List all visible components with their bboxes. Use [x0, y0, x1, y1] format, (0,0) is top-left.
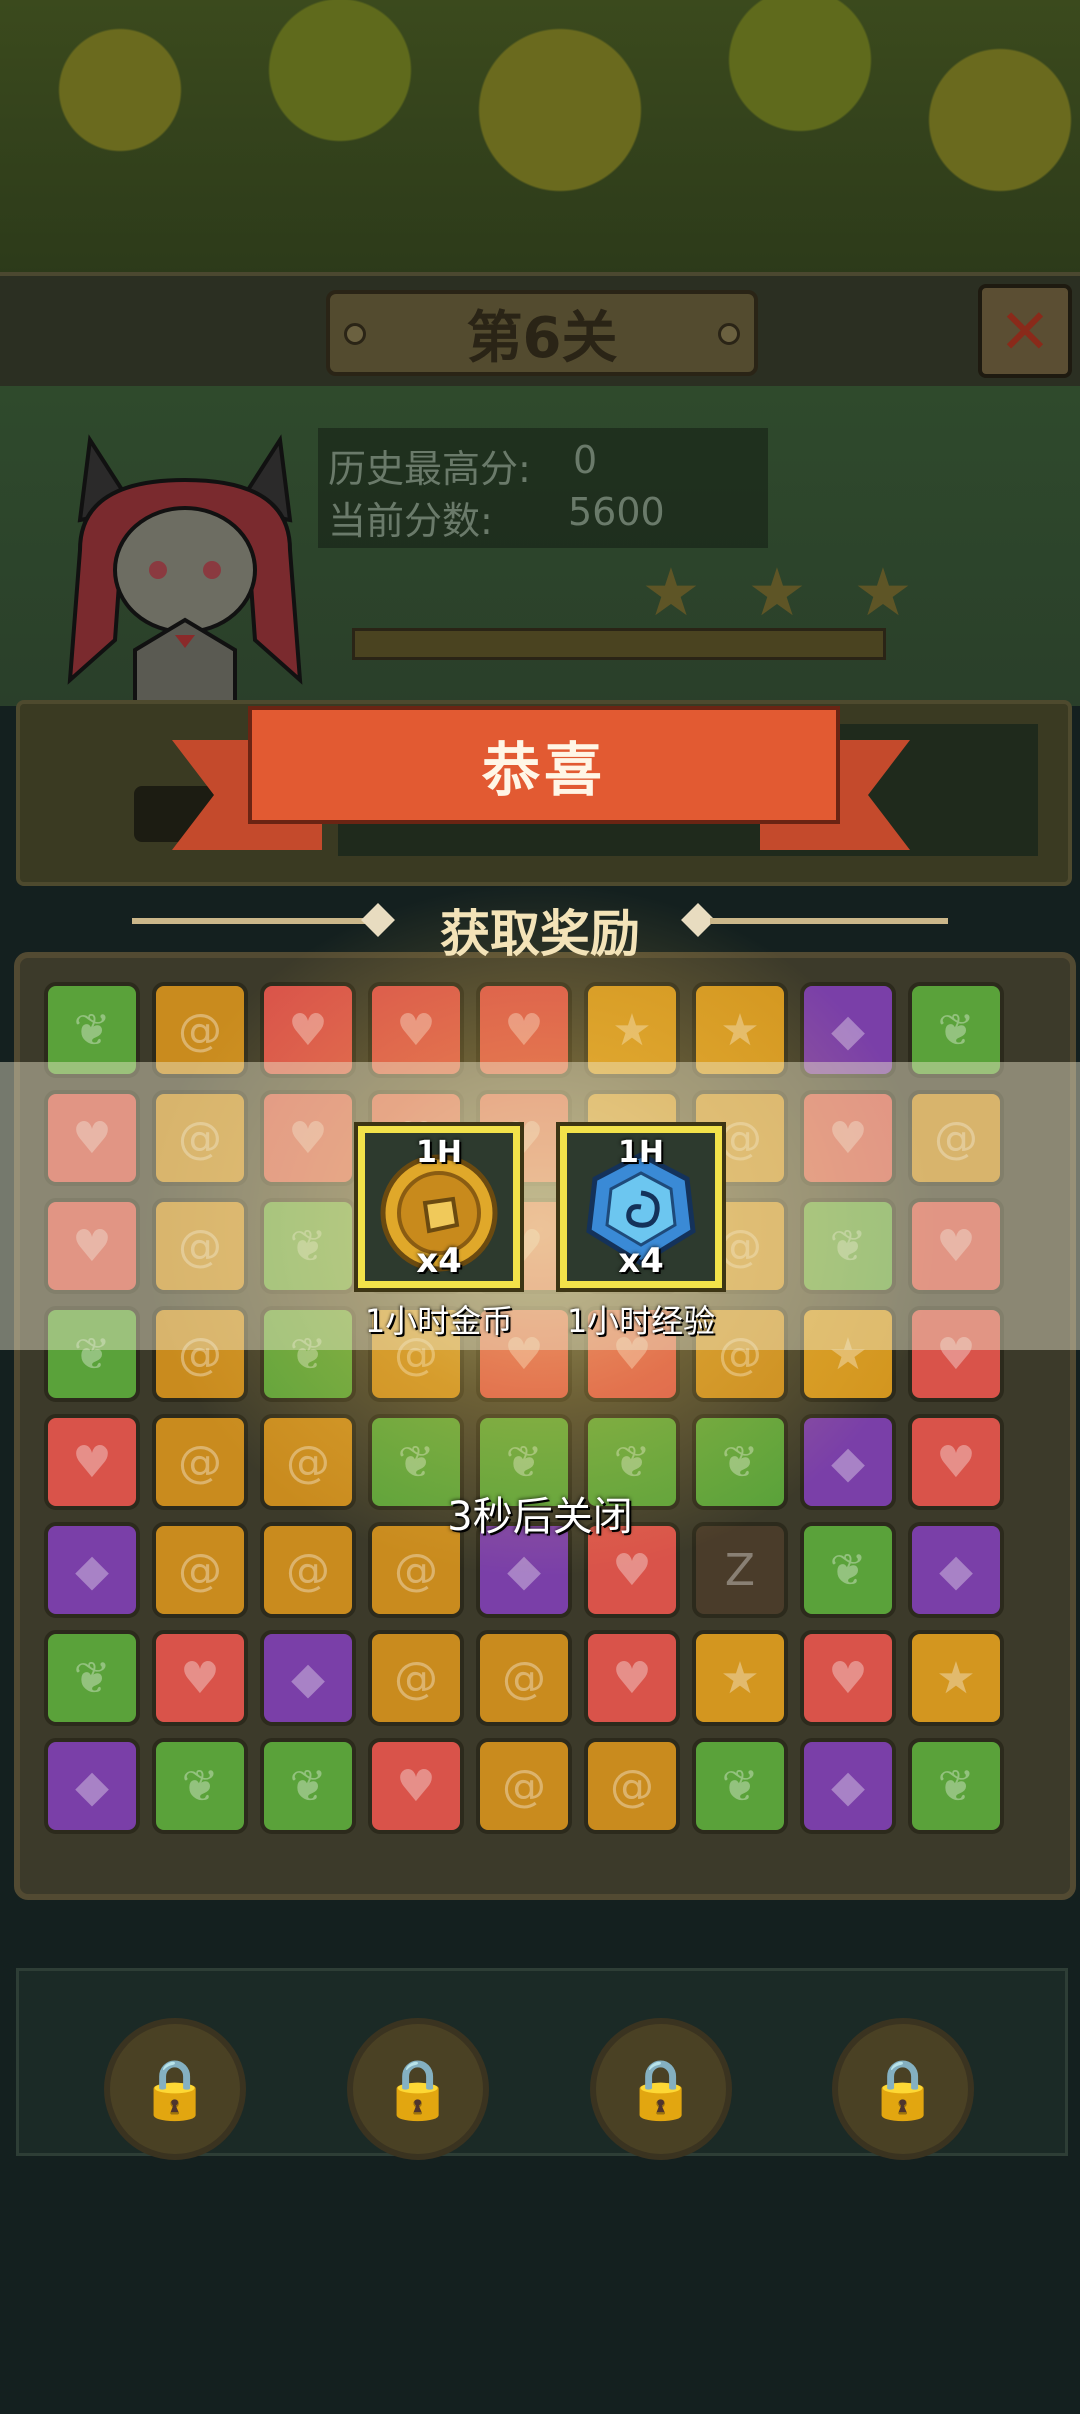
star-icon: ★	[747, 554, 807, 631]
score-box: 历史最高分: 0 当前分数: 5600	[318, 428, 768, 548]
lock-icon: 🔒	[624, 2054, 698, 2123]
reward-duration-badge: 1H	[416, 1135, 462, 1170]
reward-heading: 获取奖励	[440, 905, 640, 963]
locked-tool-slot-2[interactable]: 🔒	[347, 2018, 489, 2160]
tile-leaf[interactable]: ❦	[692, 1738, 788, 1834]
close-button[interactable]: ✕	[978, 284, 1072, 378]
reward-label: 1小时金币	[364, 1302, 514, 1340]
tile-swirl[interactable]: @	[584, 1738, 680, 1834]
lock-icon: 🔒	[381, 2054, 455, 2123]
reward-item-gold[interactable]: 1H x4	[354, 1122, 524, 1292]
best-score-value: 0	[573, 438, 598, 482]
reward-duration-badge: 1H	[618, 1135, 664, 1170]
congrats-title: 恭喜	[481, 736, 606, 804]
tile-swirl[interactable]: @	[368, 1630, 464, 1726]
best-score-label: 历史最高分:	[328, 447, 531, 491]
reward-label: 1小时经验	[566, 1302, 716, 1340]
divider-line	[710, 918, 948, 924]
tile-swirl[interactable]: @	[476, 1630, 572, 1726]
star-icon: ★	[853, 554, 913, 631]
reward-count: x4	[416, 1241, 462, 1281]
tile-heart[interactable]: ♥	[584, 1630, 680, 1726]
tile-heart[interactable]: ♥	[800, 1630, 896, 1726]
level-title: 第6关	[466, 305, 618, 371]
congrats-ribbon: 恭喜	[248, 706, 840, 824]
tile-leaf[interactable]: ❦	[152, 1738, 248, 1834]
lock-icon: 🔒	[138, 2054, 212, 2123]
character-avatar	[67, 434, 303, 710]
locked-tool-slot-3[interactable]: 🔒	[590, 2018, 732, 2160]
tile-gem[interactable]: ◆	[800, 1738, 896, 1834]
current-score-value: 5600	[568, 490, 665, 534]
locked-tool-slot-1[interactable]: 🔒	[104, 2018, 246, 2160]
tile-gem[interactable]: ◆	[260, 1630, 356, 1726]
locked-tool-slot-4[interactable]: 🔒	[832, 2018, 974, 2160]
star-icon: ★	[641, 554, 701, 631]
lock-icon: 🔒	[866, 2054, 940, 2123]
reward-count: x4	[618, 1241, 664, 1281]
score-progress-bar	[352, 628, 886, 660]
tile-heart[interactable]: ♥	[152, 1630, 248, 1726]
tile-star[interactable]: ★	[908, 1630, 1004, 1726]
rivet-icon	[718, 323, 740, 345]
current-score-label: 当前分数:	[328, 499, 493, 543]
reward-heading-row: 获取奖励	[0, 890, 1080, 963]
close-countdown: 3秒后关闭	[447, 1494, 633, 1540]
tile-heart[interactable]: ♥	[368, 1738, 464, 1834]
tile-star[interactable]: ★	[692, 1630, 788, 1726]
level-plate: 第6关	[326, 290, 758, 376]
tile-gem[interactable]: ◆	[44, 1738, 140, 1834]
tile-swirl[interactable]: @	[476, 1738, 572, 1834]
forest-background	[0, 0, 1080, 280]
close-icon: ✕	[999, 294, 1051, 368]
tile-leaf[interactable]: ❦	[908, 1738, 1004, 1834]
tile-leaf[interactable]: ❦	[260, 1738, 356, 1834]
rivet-icon	[344, 323, 366, 345]
reward-item-exp[interactable]: 1H x4	[556, 1122, 726, 1292]
tile-leaf[interactable]: ❦	[44, 1630, 140, 1726]
